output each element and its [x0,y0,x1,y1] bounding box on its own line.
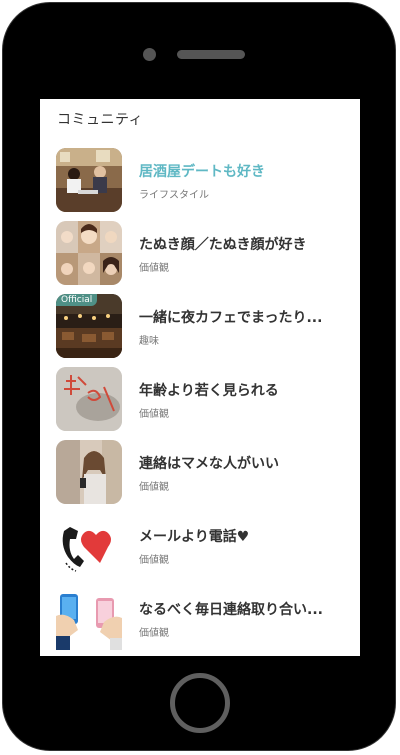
young-handwriting-photo [56,367,122,431]
community-category: 趣味 [139,336,159,347]
camera-icon [143,48,156,61]
community-category: 価値観 [139,555,169,566]
community-category: ライフスタイル [139,190,209,201]
community-title: 一緒に夜カフェでまったり... [139,310,323,326]
community-title: たぬき顔／たぬき顔が好き [139,237,307,253]
community-title: 居酒屋デートも好き [139,164,265,180]
community-item-night-cafe[interactable]: Official 一緒に夜カフェでまったり... 趣味 [40,291,360,361]
community-title: メールより電話♥ [139,529,250,545]
woman-phone-photo [56,440,122,504]
faces-collage-photo [56,221,122,285]
izakaya-date-photo [56,148,122,212]
speaker-icon [177,50,245,59]
community-title: なるべく毎日連絡取り合い... [139,602,323,618]
phone-frame: コミュニティ 居酒屋デートも好き ライフスタイル たぬき顔／たぬき顔が好き 価値… [2,2,396,751]
community-category: 価値観 [139,263,169,274]
community-title: 連絡はマメな人がいい [139,456,279,472]
community-item-daily-contact[interactable]: なるべく毎日連絡取り合い... 価値観 [40,583,360,653]
hands-smartphones-icon [56,586,122,650]
night-cafe-photo: Official [56,294,122,358]
community-category: 価値観 [139,409,169,420]
app-screen: コミュニティ 居酒屋デートも好き ライフスタイル たぬき顔／たぬき顔が好き 価値… [40,99,360,656]
official-badge: Official [56,294,98,306]
community-category: 価値観 [139,482,169,493]
community-item-frequent-contact[interactable]: 連絡はマメな人がいい 価値観 [40,437,360,507]
home-button[interactable] [170,673,230,733]
community-item-look-young[interactable]: 年齢より若く見られる 価値観 [40,364,360,434]
community-item-tanuki-face[interactable]: たぬき顔／たぬき顔が好き 価値観 [40,218,360,288]
community-item-izakaya-date[interactable]: 居酒屋デートも好き ライフスタイル [40,145,360,215]
community-item-phone-over-mail[interactable]: メールより電話♥ 価値観 [40,510,360,580]
community-title: 年齢より若く見られる [139,383,279,399]
phone-heart-icon [56,513,122,577]
community-category: 価値観 [139,628,169,639]
page-title: コミュニティ [57,112,144,128]
